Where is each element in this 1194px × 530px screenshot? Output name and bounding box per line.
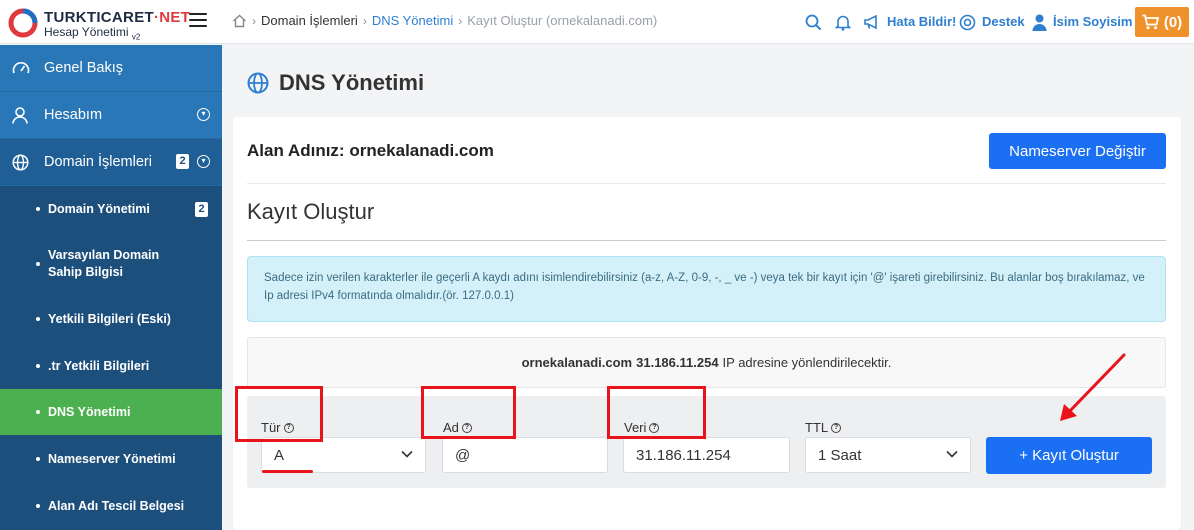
sidebar-subitem-yetkili-bilgileri[interactable]: Yetkili Bilgileri (Eski)	[0, 296, 222, 342]
sidebar-item-genel-bakis[interactable]: Genel Bakış	[0, 45, 222, 92]
ttl-select[interactable]: 1 Saat	[805, 437, 971, 473]
change-nameserver-button[interactable]: Nameserver Değiştir	[989, 133, 1166, 169]
sidebar-subitem-tr-yetkili[interactable]: .tr Yetkili Bilgileri	[0, 342, 222, 389]
breadcrumb-separator: ›	[362, 13, 367, 28]
type-select[interactable]: A	[261, 437, 426, 473]
sidebar-subitem-label: .tr Yetkili Bilgileri	[48, 358, 150, 373]
chevron-down-circle-icon: ▾	[197, 108, 210, 121]
help-icon[interactable]: ?	[831, 422, 842, 433]
notice-ip: 31.186.11.254	[636, 355, 719, 370]
sidebar-item-label: Hesabım	[44, 107, 103, 123]
globe-icon	[12, 153, 30, 171]
sidebar-subitem-label: Yetkili Bilgileri (Eski)	[48, 312, 171, 326]
chevron-down-icon	[946, 450, 958, 458]
brand-subtitle-text: Hesap Yönetimi	[44, 25, 129, 39]
domain-prefix: Alan Adınız:	[247, 141, 345, 160]
home-icon[interactable]	[232, 14, 247, 28]
globe-icon	[247, 72, 269, 94]
report-bug-link[interactable]: Hata Bildir!	[887, 14, 956, 29]
sidebar-item-label: Domain İşlemleri	[44, 154, 152, 170]
user-icon[interactable]	[1029, 12, 1049, 32]
sidebar-subitem-dns-yonetimi[interactable]: DNS Yönetimi	[0, 389, 222, 435]
menu-toggle-icon[interactable]	[189, 13, 207, 29]
annotation-box-type	[235, 386, 323, 442]
page-title: DNS Yönetimi	[247, 70, 424, 96]
redirect-notice: ornekalanadi.com 31.186.11.254 IP adresi…	[247, 337, 1166, 388]
breadcrumb-dns-yonetimi[interactable]: DNS Yönetimi	[372, 13, 453, 28]
brand-main: TURKTICARET	[44, 9, 154, 26]
count-badge: 2	[195, 201, 208, 217]
user-icon	[12, 106, 30, 124]
search-icon[interactable]	[803, 12, 823, 32]
support-link[interactable]: Destek	[982, 14, 1025, 29]
sidebar-subitem-label: DNS Yönetimi	[48, 405, 131, 419]
sidebar-subitem-domain-yonetimi[interactable]: Domain Yönetimi 2	[0, 186, 222, 232]
name-input-value: @	[455, 446, 471, 464]
chevron-down-icon	[401, 450, 413, 458]
sidebar-subitem-label: Domain Yönetimi	[48, 202, 150, 216]
record-form: Tür? A Ad? @ Veri? 31.186.11.254 TTL? 1 …	[247, 396, 1166, 488]
info-alert: Sadece izin verilen karakterler ile geçe…	[247, 256, 1166, 322]
bell-icon[interactable]	[833, 12, 853, 32]
sidebar-item-label: Genel Bakış	[44, 60, 123, 76]
brand-subtitle: Hesap Yönetimi v2	[44, 25, 140, 41]
type-select-value: A	[274, 446, 285, 464]
breadcrumb-separator: ›	[458, 13, 463, 28]
sidebar-subitem-label: Alan Adı Tescil Belgesi	[48, 498, 185, 513]
cart-icon	[1142, 14, 1159, 30]
brand-version: v2	[131, 32, 141, 42]
data-input-value: 31.186.11.254	[636, 446, 731, 464]
brand-net: NET	[159, 9, 191, 26]
annotation-box-name	[421, 386, 516, 439]
annotation-box-data	[607, 386, 706, 439]
gauge-icon	[12, 59, 30, 77]
chevron-down-circle-icon: ▾	[197, 155, 210, 168]
sidebar-subitem-label: Nameserver Yönetimi	[48, 451, 176, 466]
cart-button[interactable]: (0)	[1135, 7, 1189, 37]
section-title: Kayıt Oluştur	[247, 199, 375, 224]
divider	[247, 183, 1166, 184]
sidebar-subitem-nameserver-yonetimi[interactable]: Nameserver Yönetimi	[0, 435, 222, 482]
top-bar: TURKTICARET·NET Hesap Yönetimi v2 › Doma…	[0, 0, 1194, 44]
notice-suffix: IP adresine yönlendirilecektir.	[722, 355, 892, 370]
lifebuoy-icon[interactable]	[957, 12, 977, 32]
divider	[247, 240, 1166, 241]
data-input[interactable]: 31.186.11.254	[623, 437, 790, 473]
create-record-button[interactable]: + Kayıt Oluştur	[986, 437, 1152, 474]
domain-line: Alan Adınız: ornekalanadi.com	[247, 141, 494, 161]
domain-name: ornekalanadi.com	[349, 141, 494, 160]
ttl-label: TTL?	[805, 420, 842, 435]
page-title-text: DNS Yönetimi	[279, 70, 425, 95]
breadcrumb-current: Kayıt Oluştur (ornekalanadi.com)	[467, 13, 658, 28]
sidebar: Genel Bakış Hesabım ▾ Domain İşlemleri 2…	[0, 45, 222, 530]
name-input[interactable]: @	[442, 437, 608, 473]
megaphone-icon[interactable]	[862, 12, 882, 32]
ttl-label-text: TTL	[805, 420, 829, 435]
breadcrumb-separator: ›	[252, 13, 256, 28]
breadcrumb-domain-islemleri[interactable]: Domain İşlemleri	[261, 13, 358, 28]
count-badge: 2	[176, 154, 189, 169]
breadcrumb: › Domain İşlemleri › DNS Yönetimi › Kayı…	[232, 13, 657, 28]
brand-logo-icon	[8, 8, 38, 38]
brand-name[interactable]: TURKTICARET·NET	[44, 9, 190, 26]
cart-count: (0)	[1163, 13, 1183, 31]
notice-domain: ornekalanadi.com	[521, 355, 633, 370]
ttl-select-value: 1 Saat	[818, 446, 862, 464]
sidebar-subitem-tescil-belgesi[interactable]: Alan Adı Tescil Belgesi	[0, 482, 222, 529]
annotation-underline	[262, 470, 313, 473]
sidebar-item-domain-islemleri[interactable]: Domain İşlemleri 2 ▾	[0, 139, 222, 186]
dns-card: Alan Adınız: ornekalanadi.com Nameserver…	[233, 117, 1181, 530]
sidebar-subitem-label: Varsayılan Domain Sahip Bilgisi	[48, 248, 160, 279]
sidebar-subitem-varsayilan-domain[interactable]: Varsayılan Domain Sahip Bilgisi	[0, 232, 222, 296]
sidebar-item-hesabim[interactable]: Hesabım ▾	[0, 92, 222, 139]
user-menu-link[interactable]: İsim Soyisim	[1053, 14, 1132, 29]
